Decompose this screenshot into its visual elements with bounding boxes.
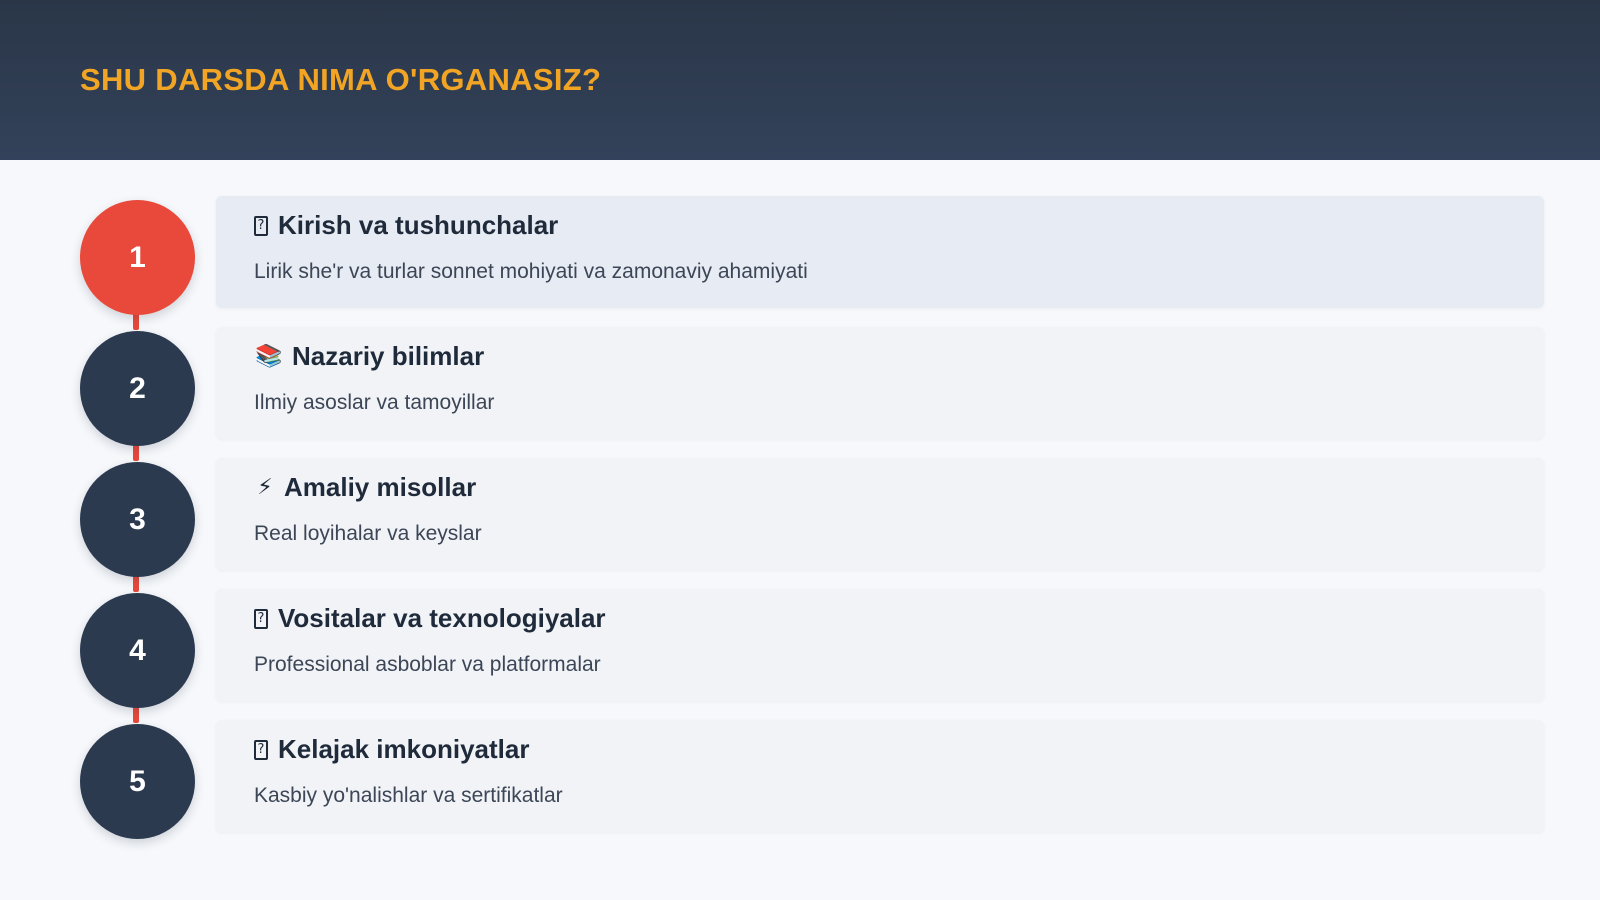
step-title-text: Vositalar va texnologiyalar: [278, 603, 606, 633]
step-title-text: Amaliy misollar: [284, 472, 477, 502]
step-number-4: 4: [80, 593, 195, 708]
step-number-2: 2: [80, 331, 195, 446]
step-title-text: Kirish va tushunchalar: [278, 210, 559, 240]
missing-glyph-icon: ?: [254, 739, 268, 760]
page-title: SHU DARSDA NIMA O'RGANASIZ?: [80, 62, 602, 97]
header: SHU DARSDA NIMA O'RGANASIZ?: [0, 0, 1600, 160]
missing-glyph-icon: ?: [254, 608, 268, 629]
step-title-text: Nazariy bilimlar: [292, 341, 485, 371]
step-number-1: 1: [80, 200, 195, 315]
step-title-text: Kelajak imkoniyatlar: [278, 734, 530, 764]
steps-list: 1 ? Kirish va tushunchalar Lirik she'r v…: [0, 160, 1600, 900]
step-card-4[interactable]: ? Vositalar va texnologiyalar Profession…: [216, 589, 1544, 701]
step-title: ⚡ Amaliy misollar: [254, 472, 476, 503]
step-title: ? Kirish va tushunchalar: [254, 210, 558, 241]
step-number-5: 5: [80, 724, 195, 839]
step-number-3: 3: [80, 462, 195, 577]
step-description: Real loyihalar va keyslar: [254, 522, 482, 545]
step-description: Ilmiy asoslar va tamoyillar: [254, 391, 495, 414]
step-title: 📚 Nazariy bilimlar: [254, 341, 484, 372]
step-card-1[interactable]: ? Kirish va tushunchalar Lirik she'r va …: [216, 196, 1544, 308]
step-description: Kasbiy yo'nalishlar va sertifikatlar: [254, 784, 563, 807]
step-description: Lirik she'r va turlar sonnet mohiyati va…: [254, 260, 808, 283]
step-description: Professional asboblar va platformalar: [254, 653, 601, 676]
step-card-5[interactable]: ? Kelajak imkoniyatlar Kasbiy yo'nalishl…: [216, 720, 1544, 832]
step-card-2[interactable]: 📚 Nazariy bilimlar Ilmiy asoslar va tamo…: [216, 327, 1544, 439]
lightning-icon: ⚡: [257, 475, 273, 500]
step-card-3[interactable]: ⚡ Amaliy misollar Real loyihalar va keys…: [216, 458, 1544, 570]
books-icon: 📚: [255, 344, 283, 369]
step-title: ? Vositalar va texnologiyalar: [254, 603, 606, 634]
missing-glyph-icon: ?: [254, 215, 268, 236]
step-title: ? Kelajak imkoniyatlar: [254, 734, 529, 765]
